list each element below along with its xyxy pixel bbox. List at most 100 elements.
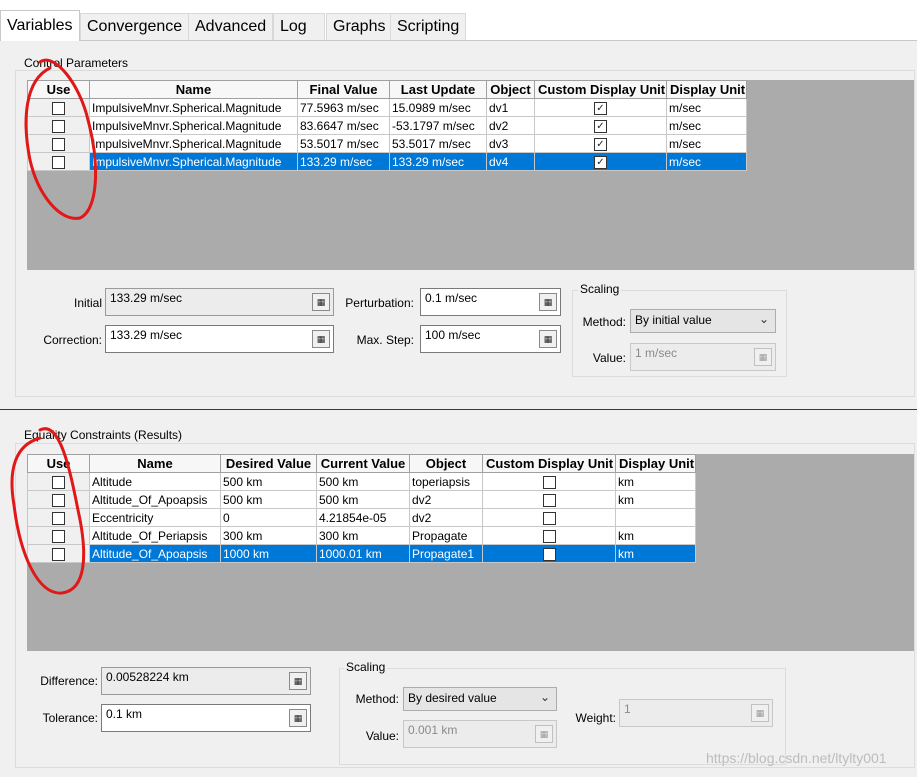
table-row[interactable]: ImpulsiveMnvr.Spherical.Magnitude 77.596… [27, 98, 747, 117]
custom-unit-checkbox[interactable] [542, 493, 556, 507]
scaling-method-select[interactable]: By initial value ⌄ [630, 309, 776, 333]
tab-graphs[interactable]: Graphs [326, 13, 393, 40]
calculator-icon: ▦ [751, 704, 769, 722]
calculator-icon[interactable]: ▦ [312, 330, 330, 348]
cell-name: Altitude_Of_Apoapsis [89, 490, 221, 509]
column-header-use[interactable]: Use [27, 454, 90, 473]
use-checkbox[interactable] [52, 529, 65, 543]
tab-scripting[interactable]: Scripting [390, 13, 467, 40]
tolerance-label: Tolerance: [42, 711, 98, 725]
column-header-object[interactable]: Object [409, 454, 483, 473]
control-parameters-grid[interactable]: Use Name Final Value Last Update Object … [27, 80, 914, 270]
column-header-final-value[interactable]: Final Value [297, 80, 390, 99]
method-label: Method: [582, 315, 626, 329]
cell-display-unit: km [615, 490, 696, 509]
calculator-icon[interactable]: ▦ [289, 709, 307, 727]
equality-constraints-grid[interactable]: Use Name Desired Value Current Value Obj… [27, 454, 914, 651]
difference-value: 0.00528224 km [106, 670, 189, 684]
cell-object: Propagate1 [409, 544, 483, 563]
scaling-value: 1 m/sec [635, 346, 678, 360]
calculator-icon[interactable]: ▦ [289, 672, 307, 690]
column-header-custom-display-unit[interactable]: Custom Display Unit [534, 80, 667, 99]
custom-unit-checkbox[interactable] [542, 475, 556, 489]
constraints-scaling-title: Scaling [344, 660, 388, 674]
cell-current-value: 500 km [316, 490, 410, 509]
tab-bar: Variables Convergence Advanced Log Graph… [0, 0, 917, 41]
weight-field: 1 ▦ [619, 699, 773, 727]
use-checkbox[interactable] [52, 101, 65, 115]
custom-unit-checkbox[interactable] [594, 119, 607, 133]
custom-unit-checkbox[interactable] [542, 511, 556, 525]
tolerance-field[interactable]: 0.1 km ▦ [101, 704, 311, 732]
use-checkbox[interactable] [52, 493, 65, 507]
perturbation-value: 0.1 m/sec [425, 291, 478, 305]
cell-desired-value: 500 km [220, 490, 317, 509]
max-step-field[interactable]: 100 m/sec ▦ [420, 325, 561, 353]
column-header-name[interactable]: Name [89, 80, 298, 99]
scaling-method-select[interactable]: By desired value ⌄ [403, 687, 557, 711]
column-header-current-value[interactable]: Current Value [316, 454, 410, 473]
column-header-use[interactable]: Use [27, 80, 90, 99]
column-header-name[interactable]: Name [89, 454, 221, 473]
value-label: Value: [592, 351, 626, 365]
custom-unit-checkbox[interactable] [542, 529, 556, 543]
cell-last-update: -53.1797 m/sec [389, 116, 487, 135]
custom-unit-checkbox[interactable] [542, 547, 556, 561]
column-header-display-unit[interactable]: Display Unit [615, 454, 696, 473]
cell-display-unit: m/sec [666, 98, 747, 117]
correction-field[interactable]: 133.29 m/sec ▦ [105, 325, 334, 353]
table-row[interactable]: Altitude 500 km 500 km toperiapsis km [27, 472, 696, 491]
scaling-method-value: By desired value [408, 691, 497, 705]
equality-constraints-title: Equality Constraints (Results) [22, 428, 185, 442]
scaling-method-value: By initial value [635, 313, 712, 327]
tab-variables[interactable]: Variables [0, 10, 80, 41]
column-header-last-update[interactable]: Last Update [389, 80, 487, 99]
table-row-selected[interactable]: ImpulsiveMnvr.Spherical.Magnitude 133.29… [27, 152, 747, 171]
use-checkbox[interactable] [52, 547, 65, 561]
tab-advanced[interactable]: Advanced [188, 13, 274, 40]
column-header-display-unit[interactable]: Display Unit [666, 80, 747, 99]
initial-label: Initial [73, 296, 102, 310]
tab-log[interactable]: Log [273, 13, 325, 40]
perturbation-label: Perturbation: [345, 296, 414, 310]
use-checkbox[interactable] [52, 119, 65, 133]
cell-current-value: 500 km [316, 472, 410, 491]
cell-display-unit: km [615, 526, 696, 545]
custom-unit-checkbox[interactable] [594, 155, 607, 169]
cell-name: ImpulsiveMnvr.Spherical.Magnitude [89, 152, 298, 171]
cell-display-unit: km [615, 544, 696, 563]
calculator-icon: ▦ [754, 348, 772, 366]
use-checkbox[interactable] [52, 475, 65, 489]
method-label: Method: [355, 692, 399, 706]
calculator-icon[interactable]: ▦ [539, 330, 557, 348]
control-parameters-table: Use Name Final Value Last Update Object … [27, 80, 747, 171]
table-row[interactable]: ImpulsiveMnvr.Spherical.Magnitude 53.501… [27, 134, 747, 153]
custom-unit-checkbox[interactable] [594, 137, 607, 151]
calculator-icon[interactable]: ▦ [539, 293, 557, 311]
cell-final-value: 53.5017 m/sec [297, 134, 390, 153]
table-row-selected[interactable]: Altitude_Of_Apoapsis 1000 km 1000.01 km … [27, 544, 696, 563]
table-row[interactable]: Eccentricity 0 4.21854e-05 dv2 [27, 508, 696, 527]
value-label: Value: [365, 729, 399, 743]
column-header-custom-display-unit[interactable]: Custom Display Unit [482, 454, 616, 473]
table-row[interactable]: Altitude_Of_Periapsis 300 km 300 km Prop… [27, 526, 696, 545]
weight-label: Weight: [575, 711, 616, 725]
table-row[interactable]: ImpulsiveMnvr.Spherical.Magnitude 83.664… [27, 116, 747, 135]
cell-name: ImpulsiveMnvr.Spherical.Magnitude [89, 98, 298, 117]
tab-convergence[interactable]: Convergence [80, 13, 190, 40]
perturbation-field[interactable]: 0.1 m/sec ▦ [420, 288, 561, 316]
cell-desired-value: 0 [220, 508, 317, 527]
use-checkbox[interactable] [52, 155, 65, 169]
custom-unit-checkbox[interactable] [594, 101, 607, 115]
correction-label: Correction: [43, 333, 102, 347]
table-row[interactable]: Altitude_Of_Apoapsis 500 km 500 km dv2 k… [27, 490, 696, 509]
initial-field: 133.29 m/sec ▦ [105, 288, 334, 316]
control-scaling-title: Scaling [578, 282, 622, 296]
column-header-desired-value[interactable]: Desired Value [220, 454, 317, 473]
calculator-icon[interactable]: ▦ [312, 293, 330, 311]
use-checkbox[interactable] [52, 137, 65, 151]
use-checkbox[interactable] [52, 511, 65, 525]
column-header-object[interactable]: Object [486, 80, 535, 99]
scaling-value-field: 0.001 km ▦ [403, 720, 557, 748]
difference-label: Difference: [40, 674, 98, 688]
